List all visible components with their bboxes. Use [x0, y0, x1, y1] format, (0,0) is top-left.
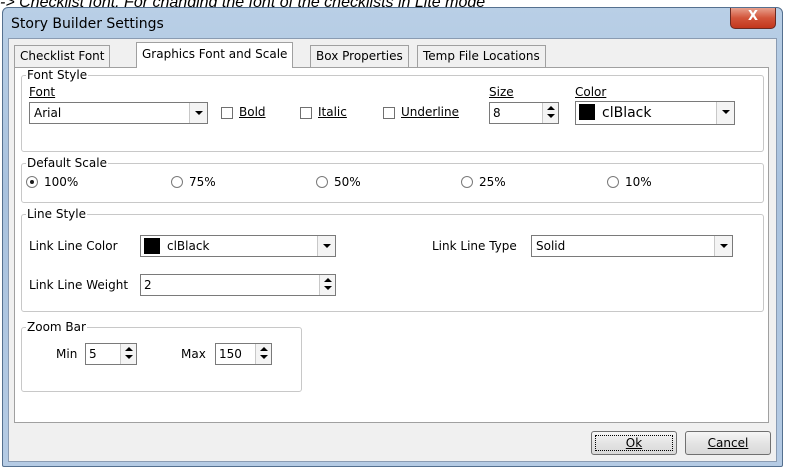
link-line-weight-spin-buttons[interactable] — [319, 275, 335, 295]
underline-label[interactable]: Underline — [401, 105, 459, 119]
link-line-type-dropdown[interactable] — [714, 236, 732, 256]
zoom-min-spin-buttons[interactable] — [120, 344, 136, 364]
italic-text: Italic — [318, 105, 347, 119]
scale-radio-50[interactable] — [316, 176, 328, 188]
bold-text: Bold — [239, 105, 266, 119]
font-select-dropdown[interactable] — [189, 103, 207, 123]
scale-option-label: 75% — [189, 175, 216, 189]
tab-page-graphics: Font Style Font Arial Bold Italic Underl… — [14, 67, 769, 423]
scale-radio-10[interactable] — [607, 176, 619, 188]
settings-dialog: Story Builder Settings X Checklist Font … — [2, 7, 783, 467]
size-spin-buttons[interactable] — [542, 103, 558, 123]
window-title: Story Builder Settings — [11, 16, 164, 32]
chevron-down-icon — [195, 111, 203, 115]
spin-up-icon — [260, 347, 268, 351]
font-label: Font — [29, 85, 56, 99]
link-line-color-swatch — [144, 238, 160, 254]
font-style-legend: Font Style — [27, 68, 88, 82]
scale-option-label: 25% — [479, 175, 506, 189]
spin-up-icon — [125, 347, 133, 351]
color-label: Color — [575, 85, 607, 99]
zoom-max-spin-buttons[interactable] — [255, 344, 271, 364]
zoom-min-spinner[interactable]: 5 — [85, 343, 137, 365]
scale-radio-75[interactable] — [171, 176, 183, 188]
tab-box-properties[interactable]: Box Properties — [310, 45, 409, 67]
link-line-color-dropdown[interactable] — [317, 236, 335, 256]
bold-checkbox[interactable] — [221, 107, 233, 119]
scale-radio-25[interactable] — [461, 176, 473, 188]
size-spinner[interactable]: 8 — [489, 102, 559, 124]
spin-down-icon — [324, 286, 332, 290]
zoom-max-value: 150 — [219, 347, 242, 361]
underline-text: Underline — [401, 105, 459, 119]
spin-up-icon — [324, 278, 332, 282]
ok-button[interactable]: Ok — [591, 431, 677, 455]
italic-checkbox[interactable] — [300, 107, 312, 119]
chevron-down-icon — [722, 110, 730, 114]
tab-label: Box Properties — [316, 49, 403, 63]
scale-option-label: 100% — [44, 175, 79, 189]
spin-down-icon — [125, 355, 133, 359]
color-select-dropdown[interactable] — [716, 102, 734, 124]
scale-option-label: 10% — [625, 175, 652, 189]
tab-checklist-font[interactable]: Checklist Font — [14, 45, 111, 67]
italic-label[interactable]: Italic — [318, 105, 347, 119]
title-bar[interactable]: Story Builder Settings X — [3, 8, 782, 38]
color-select[interactable]: clBlack — [575, 101, 735, 125]
tab-temp-file-locations[interactable]: Temp File Locations — [417, 45, 546, 67]
tab-label: Graphics Font and Scale — [142, 47, 288, 61]
chevron-down-icon — [720, 244, 728, 248]
zoom-max-spinner[interactable]: 150 — [215, 343, 272, 365]
link-line-type-select[interactable]: Solid — [531, 235, 733, 257]
font-select-value: Arial — [34, 106, 62, 120]
link-line-weight-label: Link Line Weight — [29, 278, 129, 292]
color-swatch — [579, 104, 595, 120]
color-select-value: clBlack — [602, 105, 652, 121]
link-line-weight-spinner[interactable]: 2 — [140, 274, 336, 296]
default-scale-group: Default Scale — [21, 156, 764, 203]
zoom-min-value: 5 — [89, 347, 97, 361]
size-label: Size — [489, 85, 514, 99]
size-value: 8 — [493, 106, 501, 120]
scale-radio-100[interactable] — [26, 176, 38, 188]
font-select[interactable]: Arial — [29, 102, 208, 124]
link-line-type-value: Solid — [536, 239, 566, 253]
link-line-color-select[interactable]: clBlack — [140, 235, 336, 257]
tab-graphics-font-and-scale[interactable]: Graphics Font and Scale — [136, 42, 294, 68]
cancel-button[interactable]: Cancel — [685, 431, 771, 455]
line-style-legend: Line Style — [27, 207, 86, 221]
focus-rectangle — [595, 435, 673, 451]
zoom-bar-legend: Zoom Bar — [27, 320, 86, 334]
spin-down-icon — [260, 355, 268, 359]
underline-checkbox[interactable] — [383, 107, 395, 119]
link-line-type-label: Link Line Type — [432, 239, 517, 253]
close-icon: X — [747, 9, 759, 24]
scale-option-label: 50% — [334, 175, 361, 189]
default-scale-legend: Default Scale — [27, 156, 107, 170]
chevron-down-icon — [323, 244, 331, 248]
tab-label: Temp File Locations — [423, 49, 540, 63]
dialog-client-area: Checklist Font Graphics Font and Scale B… — [8, 38, 777, 462]
cancel-button-label: Cancel — [707, 436, 749, 450]
close-button[interactable]: X — [730, 8, 776, 29]
spin-up-icon — [547, 106, 555, 110]
spin-down-icon — [547, 114, 555, 118]
link-line-weight-value: 2 — [144, 278, 152, 292]
link-line-color-value: clBlack — [167, 239, 210, 253]
link-line-color-label: Link Line Color — [29, 239, 118, 253]
tab-label: Checklist Font — [20, 49, 105, 63]
bold-label[interactable]: Bold — [239, 105, 266, 119]
radio-selected-dot — [30, 180, 34, 184]
zoom-min-label: Min — [56, 347, 78, 361]
zoom-max-label: Max — [181, 347, 206, 361]
line-style-group: Line Style — [21, 207, 764, 312]
